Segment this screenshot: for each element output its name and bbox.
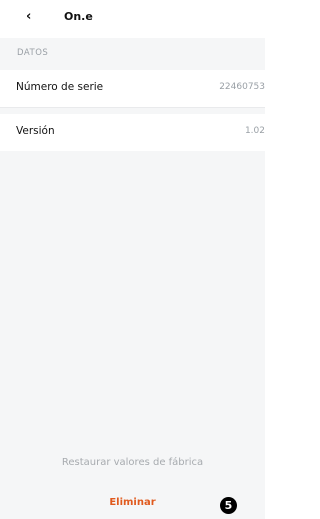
back-icon[interactable]: ‹: [26, 9, 31, 25]
page-title: On.e: [64, 10, 93, 23]
top-nav-bar: ‹ On.e: [0, 0, 265, 38]
section-header-datos: DATOS: [17, 48, 49, 58]
step-number-badge: 5: [220, 497, 237, 514]
serial-number-label: Número de serie: [16, 81, 104, 93]
version-value: 1.02: [244, 126, 265, 136]
serial-number-row: Número de serie 22460753: [0, 70, 265, 108]
version-label: Versión: [16, 125, 55, 137]
restore-factory-settings-button[interactable]: Restaurar valores de fábrica: [0, 457, 265, 468]
device-details-panel: DATOS Número de serie 22460753 Versión 1…: [0, 38, 265, 519]
version-row: Versión 1.02: [0, 114, 265, 151]
serial-number-value: 22460753: [219, 82, 265, 92]
